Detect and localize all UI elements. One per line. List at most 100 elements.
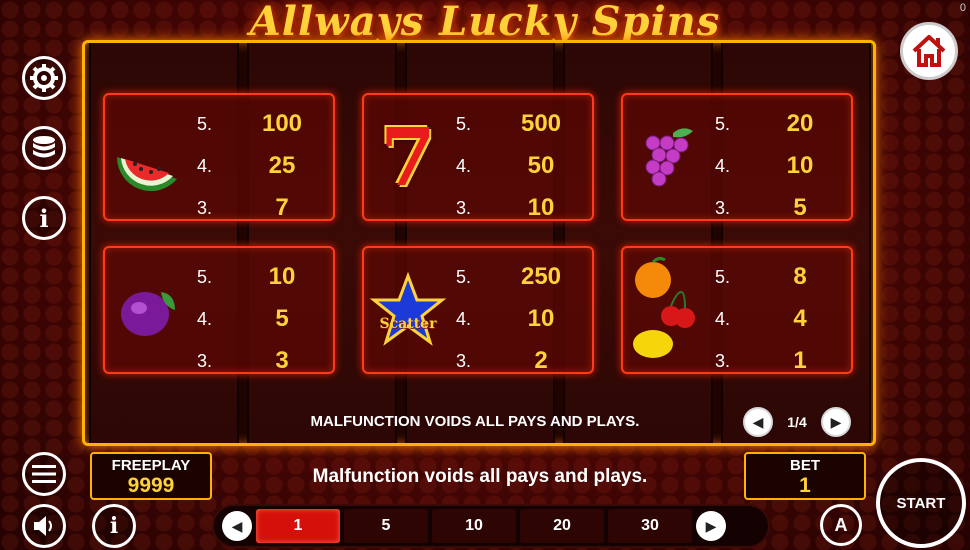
paycard-grapes: 5. 20 4. 10 3. 5	[621, 93, 853, 221]
arrow-right-icon: ▶	[830, 413, 842, 430]
bet-value: 1	[799, 474, 811, 497]
pay-value: 25	[268, 152, 296, 179]
home-icon	[912, 35, 946, 67]
pay-count: 5.	[715, 113, 731, 134]
autoplay-icon: A	[834, 514, 848, 535]
pay-row: 5. 8	[715, 256, 845, 298]
page-indicator: 1/4	[787, 414, 807, 430]
fruit-mix-icon	[633, 256, 695, 358]
bet-option-10[interactable]: 10	[432, 509, 516, 543]
pay-value: 10	[786, 152, 814, 179]
pay-rows: 5. 10 4. 5 3. 3	[197, 256, 327, 382]
plum-icon	[121, 292, 175, 336]
arrow-right-icon: ▶	[705, 517, 717, 534]
start-label: START	[896, 494, 946, 512]
settings-button[interactable]	[22, 56, 66, 100]
pay-value: 10	[527, 194, 555, 221]
pay-value: 5	[275, 305, 289, 332]
hamburger-icon	[32, 465, 56, 483]
arrow-left-icon: ◀	[231, 517, 243, 534]
pay-row: 5. 10	[197, 256, 327, 298]
seven-icon: 7	[380, 110, 436, 204]
pay-row: 4. 4	[715, 298, 845, 340]
autoplay-button[interactable]: A	[820, 504, 862, 546]
bet-decrease-button[interactable]: ◀	[222, 511, 252, 541]
pay-value: 100	[261, 110, 303, 137]
pay-row: 3. 7	[197, 187, 327, 229]
coins-button[interactable]	[22, 126, 66, 170]
paycard-watermelon: 5. 100 4. 25 3. 7	[103, 93, 335, 221]
info-button[interactable]: i	[22, 196, 66, 240]
pay-row: 4. 10	[456, 298, 586, 340]
bet-box: BET 1	[744, 452, 866, 500]
pay-value: 8	[793, 263, 807, 290]
pay-count: 5.	[197, 266, 213, 287]
pay-count: 4.	[715, 308, 731, 329]
pay-count: 5.	[197, 113, 213, 134]
pay-row: 5. 100	[197, 103, 327, 145]
pay-value: 3	[275, 347, 289, 374]
pay-row: 4. 5	[197, 298, 327, 340]
coin-stack-icon	[33, 136, 55, 158]
pay-value: 10	[527, 305, 555, 332]
sound-button[interactable]	[22, 504, 66, 548]
bet-increase-button[interactable]: ▶	[696, 511, 726, 541]
pay-count: 4.	[197, 308, 213, 329]
arrow-left-icon: ◀	[752, 413, 764, 430]
home-button[interactable]	[900, 22, 958, 80]
pay-value: 1	[793, 347, 807, 374]
pay-row: 3. 10	[456, 187, 586, 229]
watermelon-icon	[116, 157, 177, 192]
scatter-label: Scatter	[379, 316, 437, 332]
pay-row: 4. 50	[456, 145, 586, 187]
pay-value: 4	[793, 305, 807, 332]
star-icon	[370, 272, 446, 346]
paytable-pager: ◀ 1/4 ▶	[743, 407, 851, 437]
bet-label: BET	[790, 457, 820, 474]
pay-count: 3.	[197, 197, 213, 218]
pay-count: 5.	[456, 113, 472, 134]
pay-value: 5	[793, 194, 807, 221]
pay-value: 10	[268, 263, 296, 290]
pay-row: 3. 1	[715, 340, 845, 382]
pay-count: 4.	[456, 155, 472, 176]
prev-page-button[interactable]: ◀	[743, 407, 773, 437]
pay-count: 3.	[715, 350, 731, 371]
pay-value: 2	[534, 347, 548, 374]
pay-value: 500	[520, 110, 562, 137]
next-page-button[interactable]: ▶	[821, 407, 851, 437]
paytable-board: 5. 100 4. 25 3. 7 7 5. 500 4. 50 3. 10 5. 20 4.…	[82, 40, 876, 446]
bet-option-20[interactable]: 20	[520, 509, 604, 543]
pay-count: 3.	[456, 197, 472, 218]
paycard-plum: 5. 10 4. 5 3. 3	[103, 246, 335, 374]
pay-rows: 5. 8 4. 4 3. 1	[715, 256, 845, 382]
pay-rows: 5. 100 4. 25 3. 7	[197, 103, 327, 229]
pay-count: 3.	[456, 350, 472, 371]
pay-value: 7	[275, 194, 289, 221]
info-icon: i	[109, 513, 119, 539]
paycard-seven: 7 5. 500 4. 50 3. 10	[362, 93, 594, 221]
paycard-mixed-fruit: 5. 8 4. 4 3. 1	[621, 246, 853, 374]
menu-button[interactable]	[22, 452, 66, 496]
start-button[interactable]: START	[876, 458, 966, 548]
gear-icon	[30, 64, 58, 92]
freeplay-box: FREEPLAY 9999	[90, 452, 212, 500]
pay-count: 5.	[715, 266, 731, 287]
pay-rows: 5. 500 4. 50 3. 10	[456, 103, 586, 229]
pay-count: 3.	[197, 350, 213, 371]
freeplay-label: FREEPLAY	[111, 457, 191, 474]
game-title: Allways Lucky Spins	[249, 0, 721, 45]
grapes-icon	[645, 128, 693, 187]
freeplay-value: 9999	[127, 474, 175, 497]
speaker-icon	[34, 516, 52, 536]
pay-count: 4.	[715, 155, 731, 176]
bet-option-30[interactable]: 30	[608, 509, 692, 543]
bet-option-1[interactable]: 1	[256, 509, 340, 543]
bet-selector: ◀ 1 5 10 20 30 ▶	[212, 504, 770, 548]
pay-rows: 5. 250 4. 10 3. 2	[456, 256, 586, 382]
info-icon: i	[39, 203, 49, 233]
pay-count: 4.	[197, 155, 213, 176]
bet-option-5[interactable]: 5	[344, 509, 428, 543]
game-info-button[interactable]: i	[92, 504, 136, 548]
paycard-scatter: Scatter 5. 250 4. 10 3. 2	[362, 246, 594, 374]
